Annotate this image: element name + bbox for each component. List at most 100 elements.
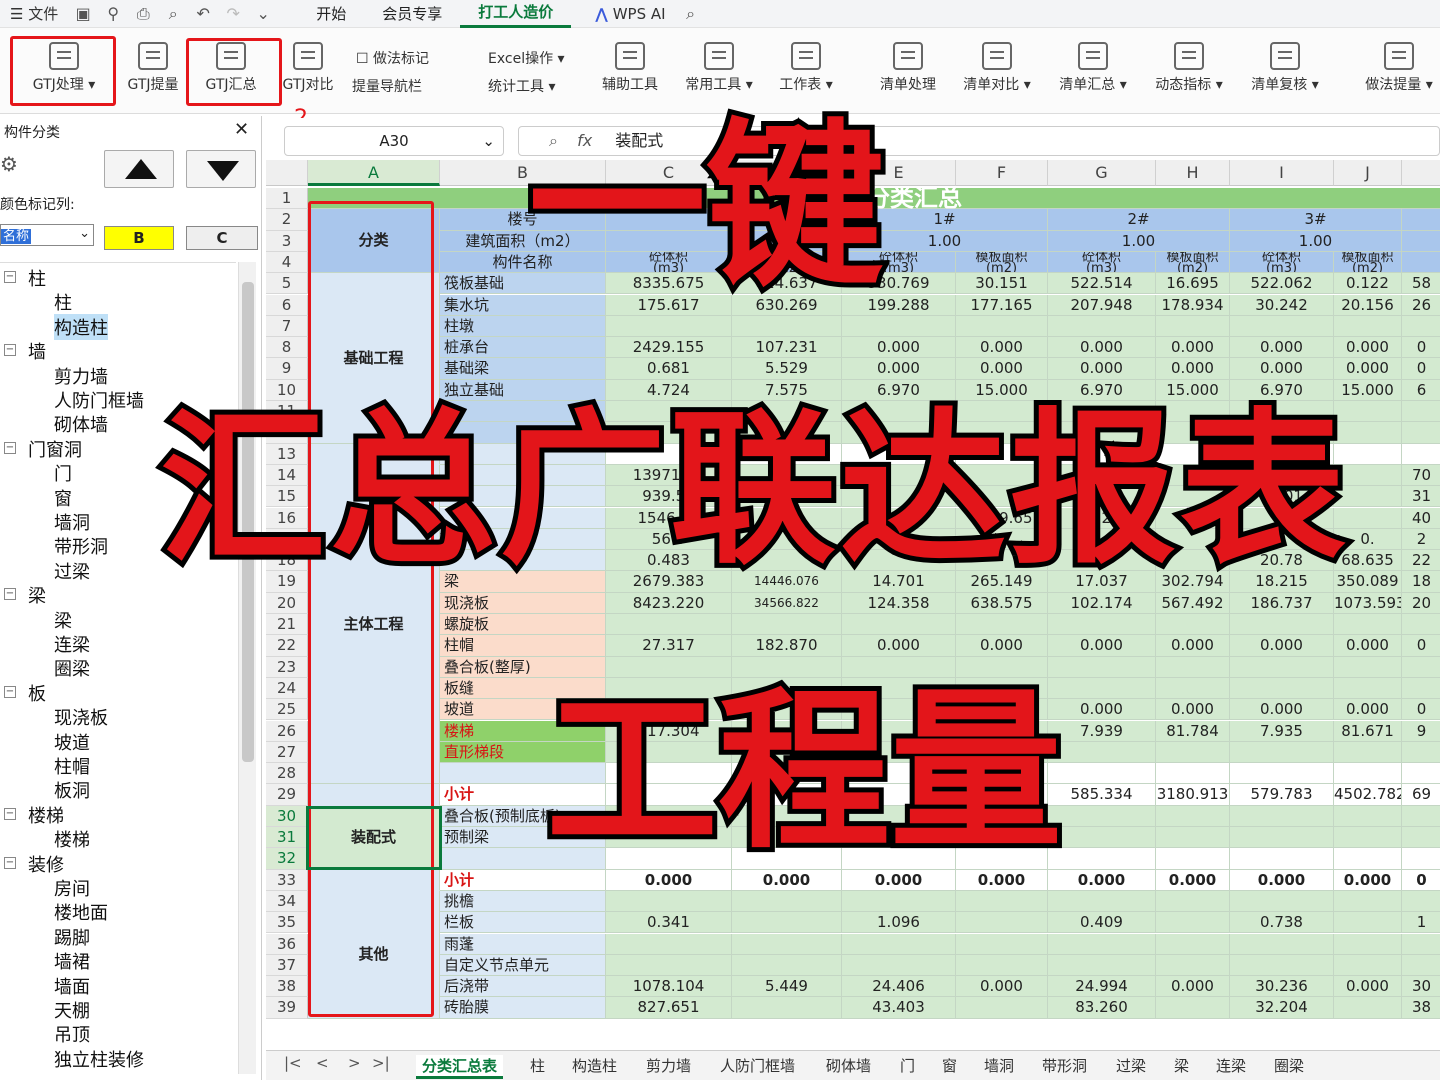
value-cell[interactable]	[1402, 933, 1440, 955]
row-header[interactable]: 20	[266, 592, 308, 614]
row-header[interactable]: 22	[266, 635, 308, 657]
quantity-value[interactable]: 1.096	[842, 912, 956, 934]
quantity-value[interactable]: 0.000	[1230, 635, 1334, 657]
tab-member[interactable]: 会员专享	[364, 3, 460, 24]
quantity-value[interactable]: 0.000	[956, 976, 1048, 998]
value-cell[interactable]	[732, 890, 842, 913]
value-cell[interactable]	[1334, 741, 1402, 764]
value-cell[interactable]	[606, 933, 732, 955]
row-header[interactable]: 26	[266, 720, 308, 742]
quantity-value[interactable]: 182.870	[732, 635, 842, 657]
value-cell[interactable]	[1230, 763, 1334, 785]
quantity-value[interactable]: 69	[1402, 784, 1440, 806]
column-header[interactable]: F	[956, 160, 1048, 186]
tree-item[interactable]: 楼地面	[54, 899, 108, 925]
value-cell[interactable]	[1402, 315, 1440, 338]
value-cell[interactable]	[1334, 912, 1402, 934]
quantity-value[interactable]: 0	[1402, 358, 1440, 380]
row-header[interactable]: 34	[266, 890, 308, 913]
quantity-value[interactable]: 0.000	[842, 869, 956, 891]
value-cell[interactable]	[842, 890, 956, 913]
quantity-value[interactable]: 2	[1402, 529, 1440, 551]
quantity-value[interactable]: 107.231	[732, 337, 842, 359]
tree-item[interactable]: 构造柱	[54, 313, 108, 340]
quantity-value[interactable]: 0.000	[1048, 337, 1156, 359]
quantity-value[interactable]: 24.994	[1048, 976, 1156, 998]
tree-group[interactable]: 门窗洞	[28, 436, 82, 462]
quantity-value[interactable]: 30.236	[1230, 976, 1334, 998]
component-name[interactable]: 桩承台	[440, 337, 606, 359]
value-cell[interactable]	[1156, 912, 1230, 934]
value-cell[interactable]	[1334, 763, 1402, 785]
quantity-value[interactable]: 0.000	[1334, 699, 1402, 721]
common-tools-button[interactable]: 常用工具 ▾	[676, 36, 762, 106]
quantity-value[interactable]: 0.000	[1230, 869, 1334, 891]
value-cell[interactable]	[1230, 933, 1334, 955]
quantity-value[interactable]: 22	[1402, 550, 1440, 572]
aux-tools-button[interactable]: 辅助工具	[594, 36, 666, 106]
value-cell[interactable]	[1334, 656, 1402, 678]
quantity-value[interactable]: 0.000	[956, 358, 1048, 380]
value-cell[interactable]	[1402, 401, 1440, 423]
quantity-value[interactable]: 638.575	[956, 592, 1048, 614]
quantity-value[interactable]: 24.406	[842, 976, 956, 998]
tree-item[interactable]: 人防门框墙	[54, 387, 144, 413]
value-cell[interactable]	[1156, 677, 1230, 700]
value-cell[interactable]	[956, 912, 1048, 934]
component-name[interactable]: 雨蓬	[440, 933, 606, 955]
dynamic-index-button[interactable]: 动态指标 ▾	[1146, 36, 1232, 106]
value-cell[interactable]	[1230, 677, 1334, 700]
quantity-value[interactable]: 1073.593	[1334, 592, 1402, 614]
value-cell[interactable]	[1402, 890, 1440, 913]
tree-item[interactable]: 现浇板	[54, 704, 108, 730]
quantity-value[interactable]: 18	[1402, 571, 1440, 593]
quantity-value[interactable]: 0.000	[842, 635, 956, 657]
value-cell[interactable]	[1230, 656, 1334, 678]
quantity-value[interactable]: 0.341	[606, 912, 732, 934]
wps-ai-button[interactable]: ⋀ WPS AI	[585, 5, 675, 23]
quantity-value[interactable]: 0.000	[1156, 869, 1230, 891]
column-header[interactable]: H	[1156, 160, 1230, 186]
prev-sheet-icon[interactable]: <	[316, 1054, 329, 1072]
quantity-value[interactable]: 0.000	[1156, 337, 1230, 359]
quantity-value[interactable]: 70	[1402, 465, 1440, 487]
value-cell[interactable]	[732, 954, 842, 977]
list-review-button[interactable]: 清单复核 ▾	[1242, 36, 1328, 106]
quantity-value[interactable]: 7.939	[1048, 720, 1156, 742]
component-name[interactable]: 自定义节点单元	[440, 954, 606, 977]
value-cell[interactable]	[1048, 677, 1156, 700]
collapse-icon[interactable]: −	[4, 856, 16, 869]
quantity-value[interactable]: 0.122	[1334, 273, 1402, 295]
value-cell[interactable]	[1156, 805, 1230, 827]
value-cell[interactable]	[956, 890, 1048, 913]
quantity-value[interactable]: 0.000	[1156, 976, 1230, 998]
quantity-value[interactable]: 0.000	[1156, 358, 1230, 380]
row-header[interactable]: 36	[266, 933, 308, 955]
quantity-value[interactable]: 0.000	[956, 869, 1048, 891]
sheet-tab[interactable]: 剪力墙	[646, 1055, 691, 1076]
tree-group[interactable]: 板	[28, 680, 46, 706]
quantity-value[interactable]: 0.000	[1230, 337, 1334, 359]
row-header[interactable]: 5	[266, 273, 308, 295]
tree-item[interactable]: 过梁	[54, 558, 90, 584]
value-cell[interactable]	[956, 997, 1048, 1019]
quantity-value[interactable]: 6	[1402, 380, 1440, 401]
row-header[interactable]: 39	[266, 997, 308, 1019]
component-name[interactable]: 螺旋板	[440, 614, 606, 636]
quantity-value[interactable]: 827.651	[606, 997, 732, 1019]
quantity-value[interactable]: 186.737	[1230, 592, 1334, 614]
value-cell[interactable]	[732, 315, 842, 338]
value-cell[interactable]	[1048, 656, 1156, 678]
sheet-tab[interactable]: 带形洞	[1042, 1055, 1087, 1076]
sheet-tab[interactable]: 分类汇总表	[416, 1055, 504, 1079]
row-header[interactable]: 27	[266, 741, 308, 764]
value-cell[interactable]	[1334, 614, 1402, 636]
quantity-value[interactable]: 83.260	[1048, 997, 1156, 1019]
quantity-value[interactable]: 0	[1402, 870, 1440, 891]
quantity-value[interactable]: 0.000	[1048, 358, 1156, 380]
component-name[interactable]: 后浇带	[440, 976, 606, 998]
quantity-value[interactable]: 0.000	[606, 869, 732, 891]
tree-item[interactable]: 踢脚	[54, 924, 90, 950]
quantity-value[interactable]: 20	[1402, 593, 1440, 614]
tree-item[interactable]: 砌体墙	[54, 411, 108, 437]
